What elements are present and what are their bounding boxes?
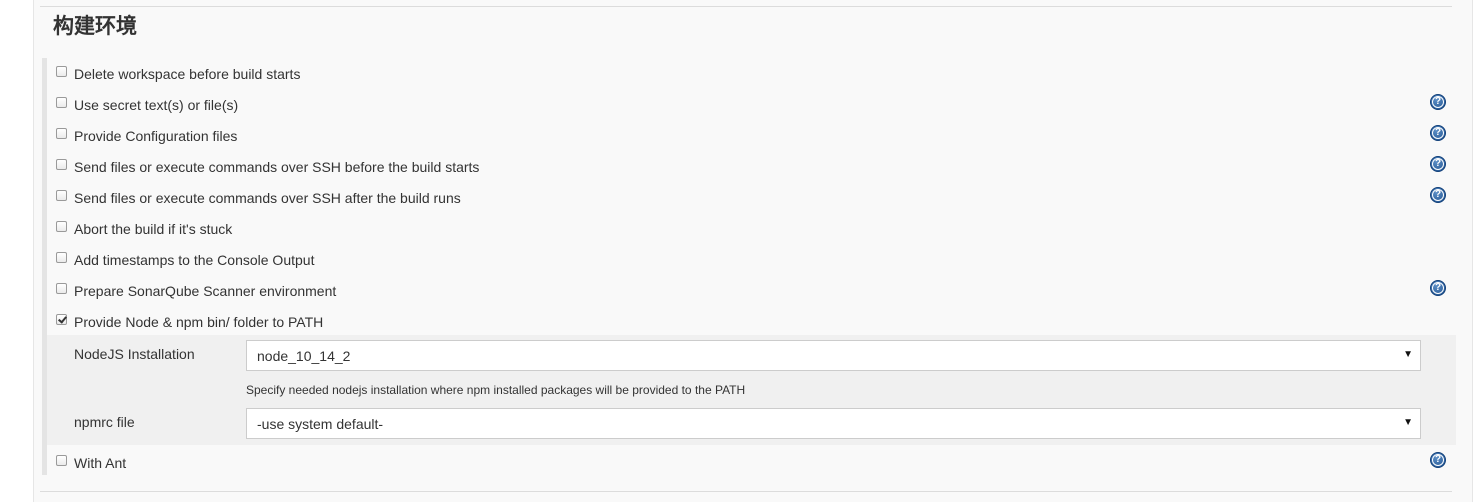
option-sonarqube-env[interactable]: Prepare SonarQube Scanner environment ?	[53, 279, 1453, 303]
section-divider-bottom	[40, 491, 1452, 492]
help-icon[interactable]: ?	[1430, 94, 1446, 110]
nodejs-hint: Specify needed nodejs installation where…	[246, 383, 746, 397]
option-add-timestamps[interactable]: Add timestamps to the Console Output	[53, 248, 1453, 272]
option-label: Prepare SonarQube Scanner environment	[74, 283, 337, 299]
checkbox[interactable]	[56, 97, 67, 108]
help-icon[interactable]: ?	[1430, 280, 1446, 296]
option-label: Provide Configuration files	[74, 128, 238, 144]
option-abort-if-stuck[interactable]: Abort the build if it's stuck	[53, 217, 1453, 241]
select-value: node_10_14_2	[257, 348, 351, 364]
option-label: Provide Node & npm bin/ folder to PATH	[74, 314, 324, 330]
checkbox[interactable]	[56, 190, 67, 201]
option-label: Delete workspace before build starts	[74, 66, 301, 82]
option-label: Send files or execute commands over SSH …	[74, 159, 480, 175]
checkbox-checked[interactable]	[56, 314, 67, 325]
checkbox[interactable]	[56, 283, 67, 294]
checkbox[interactable]	[56, 221, 67, 232]
help-icon[interactable]: ?	[1430, 187, 1446, 203]
checkbox[interactable]	[56, 159, 67, 170]
option-use-secret-text[interactable]: Use secret text(s) or file(s) ?	[53, 93, 1453, 117]
option-label: Add timestamps to the Console Output	[74, 252, 315, 268]
section-title: 构建环境	[53, 15, 137, 38]
chevron-down-icon: ▼	[1403, 417, 1413, 428]
option-ssh-after-build[interactable]: Send files or execute commands over SSH …	[53, 186, 1453, 210]
help-icon[interactable]: ?	[1430, 125, 1446, 141]
npmrc-file-label: npmrc file	[74, 414, 135, 430]
nodejs-installation-select[interactable]: node_10_14_2 ▼	[246, 340, 1421, 371]
option-label: Abort the build if it's stuck	[74, 221, 233, 237]
section-divider-top	[40, 6, 1452, 7]
option-with-ant[interactable]: With Ant ?	[53, 451, 1453, 475]
option-ssh-before-build[interactable]: Send files or execute commands over SSH …	[53, 155, 1453, 179]
help-icon[interactable]: ?	[1430, 156, 1446, 172]
chevron-down-icon: ▼	[1403, 349, 1413, 360]
option-provide-config-files[interactable]: Provide Configuration files ?	[53, 124, 1453, 148]
option-label: Send files or execute commands over SSH …	[74, 190, 461, 206]
checkbox[interactable]	[56, 66, 67, 77]
select-value: -use system default-	[257, 416, 384, 432]
checkbox[interactable]	[56, 455, 67, 466]
nodejs-installation-label: NodeJS Installation	[74, 346, 195, 362]
npmrc-file-select[interactable]: -use system default- ▼	[246, 408, 1421, 439]
option-provide-node-npm[interactable]: Provide Node & npm bin/ folder to PATH	[53, 310, 1453, 334]
option-delete-workspace[interactable]: Delete workspace before build starts	[53, 62, 1453, 86]
option-label: With Ant	[74, 455, 127, 471]
help-icon[interactable]: ?	[1430, 452, 1446, 468]
checkbox[interactable]	[56, 128, 67, 139]
option-label: Use secret text(s) or file(s)	[74, 97, 239, 113]
checkbox[interactable]	[56, 252, 67, 263]
